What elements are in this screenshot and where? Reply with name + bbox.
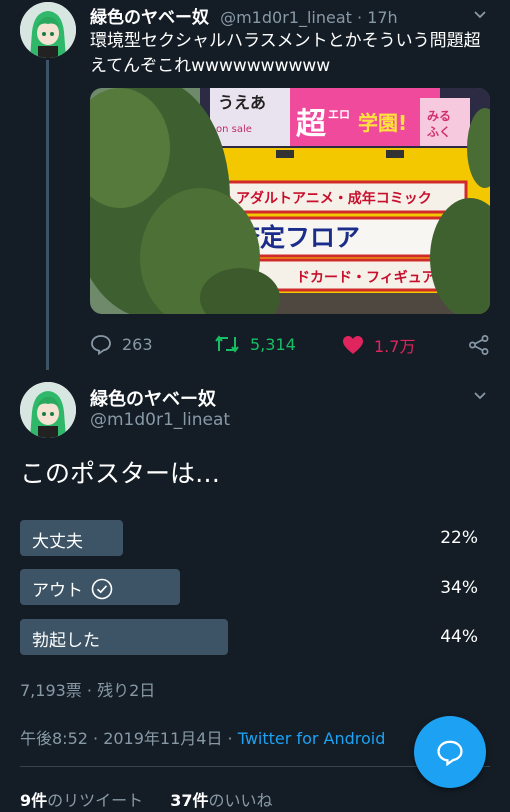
- like-button[interactable]: 1.7万: [342, 333, 415, 357]
- time-separator: ·: [357, 8, 363, 27]
- like-total: 37件: [170, 791, 209, 810]
- poll-meta: 7,193票 · 残り2日: [20, 681, 156, 700]
- sign-text-sale: on sale: [216, 124, 252, 135]
- sign-text-right: みる: [427, 109, 451, 123]
- retweets-stat[interactable]: 9件のリツイート: [20, 791, 143, 810]
- tweet-photo[interactable]: うえあ on sale 超 エロ 学園! みる ふく ・アダルトアニメ・成年コミ…: [90, 88, 490, 314]
- reply-icon: [437, 740, 463, 766]
- sign-text-right-2: ふく: [427, 125, 451, 139]
- reply-count: 263: [122, 334, 153, 354]
- poll-option-text: 勃起した: [32, 631, 100, 651]
- avatar[interactable]: [20, 2, 76, 58]
- sign-text-big: 超: [296, 107, 327, 142]
- author-name[interactable]: 緑色のヤベー奴: [90, 8, 209, 28]
- poll-option-percent: 44%: [440, 627, 478, 647]
- poll-option-label: 大丈夫: [32, 527, 83, 552]
- thread-line: [46, 60, 49, 370]
- author-handle[interactable]: @m1d0r1_lineat: [90, 410, 230, 430]
- retweet-label: のリツイート: [47, 791, 144, 810]
- sign-text-school: 学園!: [358, 111, 407, 135]
- sign-text-small: エロ: [328, 108, 350, 121]
- reply-button[interactable]: 263: [90, 333, 153, 355]
- avatar[interactable]: [20, 382, 76, 438]
- author-name[interactable]: 緑色のヤベー奴: [90, 385, 216, 411]
- likes-stat[interactable]: 37件のいいね: [170, 791, 272, 810]
- sign-text-top: うえあ: [218, 93, 266, 112]
- retweet-button[interactable]: 5,314: [214, 333, 296, 355]
- heart-icon: [343, 336, 363, 354]
- chevron-down-icon[interactable]: [472, 387, 488, 407]
- poll-option-text: 大丈夫: [32, 532, 83, 552]
- poll-option-label: アウト: [32, 576, 113, 601]
- tweet-header: 緑色のヤベー奴 @m1d0r1_lineat · 17h: [90, 3, 398, 28]
- tweet-time[interactable]: 17h: [367, 8, 398, 27]
- poll-option-text: アウト: [32, 581, 83, 601]
- tweet-text: このポスターは…: [20, 459, 221, 488]
- tweet-timestamp: 午後8:52 · 2019年11月4日 · Twitter for Androi…: [20, 725, 385, 749]
- retweet-total: 9件: [20, 791, 48, 810]
- sign-text-line-3: ドカード・フィギュア: [296, 269, 435, 286]
- tweet-text: 環境型セクシャルハラスメントとかそういう問題超えてんぞこれwwwwwwwwww: [90, 31, 481, 76]
- like-count: 1.7万: [374, 337, 416, 356]
- poll-option-label: 勃起した: [32, 626, 100, 651]
- sign-text-line-1: ・アダルトアニメ・成年コミック: [222, 190, 432, 207]
- client-link[interactable]: Twitter for Android: [238, 729, 386, 748]
- retweet-count: 5,314: [250, 334, 296, 354]
- timestamp-text: 午後8:52 · 2019年11月4日 ·: [20, 729, 238, 748]
- chevron-down-icon[interactable]: [472, 6, 488, 26]
- poll-option-percent: 34%: [440, 578, 478, 598]
- share-icon[interactable]: [468, 334, 490, 360]
- check-circle-icon: [91, 578, 113, 599]
- compose-button[interactable]: [414, 716, 486, 788]
- author-handle[interactable]: @m1d0r1_lineat: [220, 8, 352, 27]
- reply-icon: [91, 335, 111, 355]
- poll-option-percent: 22%: [440, 528, 478, 548]
- like-label: のいいね: [208, 791, 273, 810]
- engagement-stats: 9件のリツイート 37件のいいね: [20, 787, 273, 811]
- retweet-icon: [215, 335, 239, 353]
